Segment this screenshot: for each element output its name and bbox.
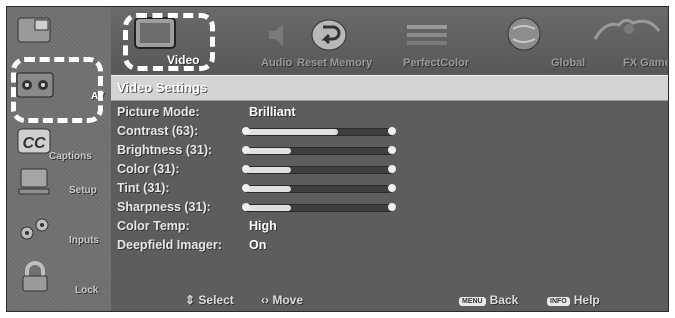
setting-label: Brightness (31): xyxy=(117,143,213,157)
sidebar-item-captions[interactable]: CC Captions xyxy=(11,123,107,162)
back-hint[interactable]: MENU Back xyxy=(459,293,518,307)
setting-label: Tint (31): xyxy=(117,181,170,195)
sidebar-item-label: Captions xyxy=(49,151,92,162)
sidebar-item-setup[interactable]: Setup xyxy=(11,163,107,201)
info-key-icon: INFO xyxy=(547,297,570,306)
move-label: Move xyxy=(272,293,304,307)
brightness-slider[interactable] xyxy=(242,146,396,155)
sidebar-item-inputs[interactable]: Inputs xyxy=(11,211,107,249)
sidebar-item-pip[interactable] xyxy=(11,13,107,51)
setting-value: Brilliant xyxy=(249,105,296,119)
fx-games-icon xyxy=(593,18,661,40)
setting-label: Contrast (63): xyxy=(117,124,199,138)
inputs-icon xyxy=(20,218,49,240)
select-label: Select xyxy=(198,293,234,307)
tab-label: Global xyxy=(551,57,586,69)
tab-label: Audio xyxy=(261,57,293,69)
setting-picture-mode[interactable]: Picture Mode: Brilliant xyxy=(117,103,657,122)
left-right-arrows-icon: ‹› xyxy=(261,293,269,307)
selection-highlight xyxy=(11,57,103,123)
back-label: Back xyxy=(489,293,519,307)
slider-start-knob xyxy=(242,184,250,192)
global-icon xyxy=(507,17,541,51)
slider-end-knob xyxy=(388,146,396,154)
tab-reset-memory[interactable]: Reset Memory xyxy=(297,15,387,71)
menu-key-icon: MENU xyxy=(459,297,486,306)
setting-deepfield-imager[interactable]: Deepfield Imager: On xyxy=(117,236,657,255)
sidebar-item-lock[interactable]: Lock xyxy=(11,259,107,297)
picture-in-picture-icon xyxy=(17,17,51,43)
slider-start-knob xyxy=(242,146,250,154)
move-hint: ‹› Move xyxy=(261,293,303,307)
slider-start-knob xyxy=(242,127,250,135)
slider-fill xyxy=(246,129,338,135)
tab-perfect-color[interactable]: PerfectColor xyxy=(403,15,493,71)
up-down-arrows-icon: ⇕ xyxy=(185,293,196,307)
tab-global[interactable]: Global xyxy=(499,15,585,71)
setting-sharpness[interactable]: Sharpness (31): xyxy=(117,198,657,217)
sharpness-slider[interactable] xyxy=(242,203,396,212)
sidebar-item-label: Lock xyxy=(75,285,99,296)
color-slider[interactable] xyxy=(242,165,396,174)
settings-header: Video Settings xyxy=(111,75,668,101)
setting-label: Picture Mode: xyxy=(117,105,200,119)
setting-contrast[interactable]: Contrast (63): xyxy=(117,122,657,141)
setting-value: High xyxy=(249,219,277,233)
setting-value: On xyxy=(249,238,267,252)
settings-list: Picture Mode: Brilliant Contrast (63): B… xyxy=(117,103,657,255)
svg-text:CC: CC xyxy=(22,135,46,152)
setting-brightness[interactable]: Brightness (31): xyxy=(117,141,657,160)
tint-slider[interactable] xyxy=(242,184,396,193)
slider-start-knob xyxy=(242,165,250,173)
slider-end-knob xyxy=(388,203,396,211)
slider-fill xyxy=(246,148,292,154)
setting-label: Deepfield Imager: xyxy=(117,238,222,252)
setting-color[interactable]: Color (31): xyxy=(117,160,657,179)
tv-menu-screen: AV CC Captions Setup Inputs Lock Video A… xyxy=(6,6,669,312)
tab-fx-games[interactable]: FX Games xyxy=(589,15,668,71)
page-title: Video Settings xyxy=(117,80,208,95)
select-hint: ⇕ Select xyxy=(185,293,234,307)
slider-fill xyxy=(246,205,292,211)
help-label: Help xyxy=(573,293,600,307)
slider-fill xyxy=(246,167,292,173)
category-bar: Video Audio Reset Memory PerfectColor Gl… xyxy=(111,7,668,73)
setting-label: Color (31): xyxy=(117,162,180,176)
slider-end-knob xyxy=(388,184,396,192)
footer-hints: ⇕ Select ‹› Move MENU Back INFO Help xyxy=(111,289,668,311)
tab-label: FX Games xyxy=(623,57,668,69)
slider-end-knob xyxy=(388,127,396,135)
setting-label: Color Temp: xyxy=(117,219,190,233)
tab-label: Reset Memory xyxy=(297,57,373,69)
help-hint[interactable]: INFO Help xyxy=(547,293,600,307)
tab-label: PerfectColor xyxy=(403,57,470,69)
slider-start-knob xyxy=(242,203,250,211)
sidebar: AV CC Captions Setup Inputs Lock xyxy=(7,7,111,311)
contrast-slider[interactable] xyxy=(242,127,396,136)
sidebar-item-label: Setup xyxy=(69,185,97,196)
tab-selection-highlight xyxy=(123,13,215,71)
perfect-color-icon xyxy=(407,25,447,45)
reset-icon xyxy=(311,19,347,51)
lock-icon xyxy=(22,261,48,292)
computer-icon xyxy=(18,168,50,195)
audio-icon xyxy=(269,24,283,46)
setting-tint[interactable]: Tint (31): xyxy=(117,179,657,198)
setting-label: Sharpness (31): xyxy=(117,200,211,214)
slider-end-knob xyxy=(388,165,396,173)
sidebar-item-label: Inputs xyxy=(69,235,99,246)
slider-fill xyxy=(246,186,292,192)
setting-color-temp[interactable]: Color Temp: High xyxy=(117,217,657,236)
